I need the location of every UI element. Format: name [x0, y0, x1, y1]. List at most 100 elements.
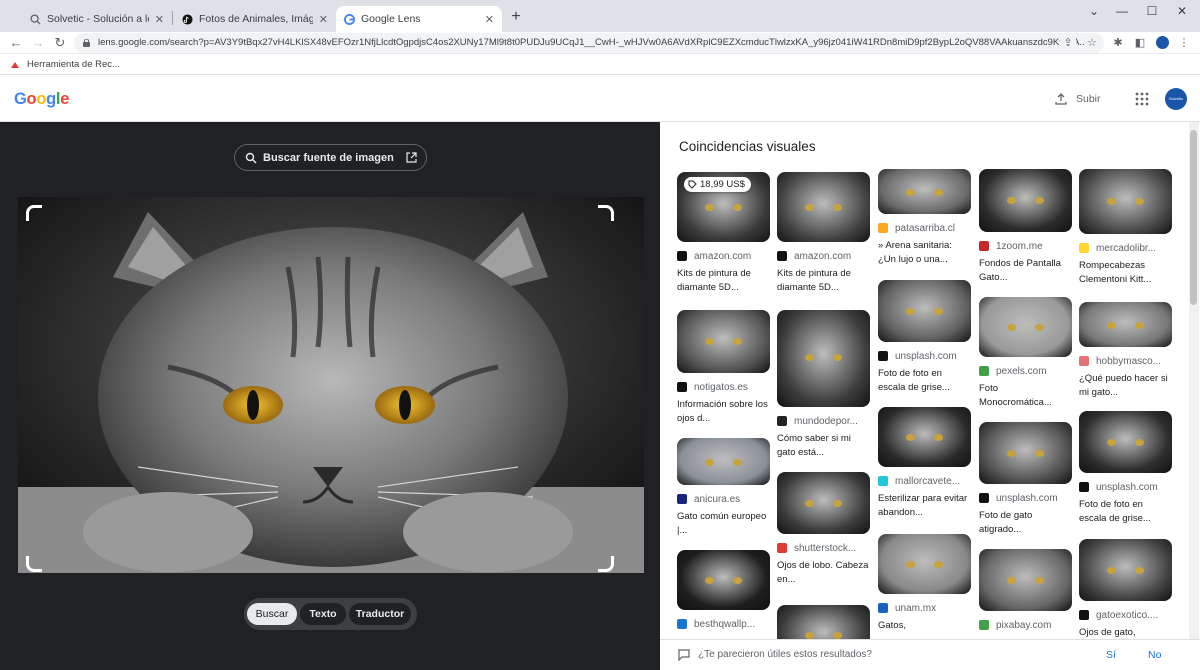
result-source[interactable]: gatoexotico....: [1079, 609, 1172, 621]
result-card[interactable]: anicura.es Gato común europeo |...: [677, 438, 770, 538]
result-card[interactable]: unsplash.com Foto de gato atigrado...: [979, 422, 1072, 537]
result-source[interactable]: shutterstock...: [777, 542, 870, 554]
result-card[interactable]: pixabay.com: [979, 549, 1072, 631]
result-thumbnail[interactable]: [878, 407, 971, 467]
result-description[interactable]: ¿Qué puedo hacer si mi gato...: [1079, 372, 1172, 400]
result-source[interactable]: pixabay.com: [979, 619, 1072, 631]
result-source[interactable]: unsplash.com: [979, 492, 1072, 504]
result-card[interactable]: besthqwallp...: [677, 550, 770, 630]
tab-search-icon[interactable]: ⌄: [1082, 4, 1106, 18]
result-card[interactable]: amazon.com Kits de pintura de diamante 5D…: [777, 172, 870, 295]
result-description[interactable]: Ojos de lobo. Cabeza en...: [777, 559, 870, 587]
profile-icon[interactable]: [1154, 35, 1170, 51]
result-description[interactable]: Foto de gato atigrado...: [979, 509, 1072, 537]
result-card[interactable]: notigatos.es Información sobre los ojos d…: [677, 310, 770, 426]
result-source[interactable]: patasarriba.cl: [878, 222, 971, 234]
result-card[interactable]: unam.mx Gatos,: [878, 534, 971, 647]
result-card[interactable]: mercadolibr... Rompecabezas Clementoni Ki…: [1079, 169, 1172, 287]
result-source[interactable]: hobbymasco...: [1079, 355, 1172, 367]
result-thumbnail[interactable]: [1079, 539, 1172, 601]
forward-icon[interactable]: →: [30, 35, 46, 51]
result-source[interactable]: amazon.com: [777, 250, 870, 262]
bookmark-item[interactable]: Herramienta de Rec...: [10, 59, 120, 70]
result-description[interactable]: Foto Monocromática...: [979, 382, 1072, 410]
side-panel-icon[interactable]: ◧: [1132, 35, 1148, 51]
result-thumbnail[interactable]: [777, 310, 870, 407]
result-card[interactable]: unsplash.com Foto de foto en escala de gr…: [878, 280, 971, 395]
close-window-icon[interactable]: ✕: [1170, 4, 1194, 18]
scrollbar-thumb[interactable]: [1190, 130, 1197, 305]
apps-grid-icon[interactable]: [1135, 92, 1149, 106]
result-description[interactable]: Kits de pintura de diamante 5D...: [677, 267, 770, 295]
result-card[interactable]: 18,99 US$ amazon.com Kits de pintura de di…: [677, 172, 770, 295]
result-source[interactable]: anicura.es: [677, 493, 770, 505]
result-card[interactable]: hobbymasco... ¿Qué puedo hacer si mi gato…: [1079, 302, 1172, 400]
result-thumbnail[interactable]: [1079, 411, 1172, 473]
upload-button[interactable]: Subir: [1055, 93, 1101, 105]
result-thumbnail[interactable]: [777, 172, 870, 242]
crop-handle-bottom-left[interactable]: [26, 556, 42, 572]
result-source[interactable]: pexels.com: [979, 365, 1072, 377]
result-card[interactable]: 1zoom.me Fondos de Pantalla Gato...: [979, 169, 1072, 285]
result-description[interactable]: Kits de pintura de diamante 5D...: [777, 267, 870, 295]
result-description[interactable]: » Arena sanitaria: ¿Un lujo o una...: [878, 239, 971, 267]
result-thumbnail[interactable]: [979, 422, 1072, 484]
back-icon[interactable]: ←: [8, 35, 24, 51]
feedback-yes-button[interactable]: Sí: [1106, 649, 1116, 661]
result-description[interactable]: Esterilizar para evitar abandon...: [878, 492, 971, 520]
address-bar[interactable]: lens.google.com/search?p=AV3Y9tBqx27vH4L…: [74, 33, 1104, 53]
maximize-icon[interactable]: ☐: [1140, 4, 1164, 18]
result-thumbnail[interactable]: [979, 549, 1072, 611]
result-source[interactable]: mercadolibr...: [1079, 242, 1172, 254]
result-thumbnail[interactable]: [878, 534, 971, 594]
result-description[interactable]: Gato común europeo |...: [677, 510, 770, 538]
crop-handle-top-right[interactable]: [598, 205, 614, 221]
google-logo[interactable]: Google: [14, 90, 69, 109]
result-thumbnail[interactable]: [878, 169, 971, 214]
result-card[interactable]: mundodepor... Cómo saber si mi gato está.…: [777, 310, 870, 460]
tab-google-lens[interactable]: Google Lens ✕: [336, 6, 502, 32]
close-tab-icon[interactable]: ✕: [319, 13, 328, 26]
mode-traductor-button[interactable]: Traductor: [349, 603, 411, 625]
result-source[interactable]: unam.mx: [878, 602, 971, 614]
extensions-icon[interactable]: ✱: [1110, 35, 1126, 51]
query-cat-image[interactable]: [18, 197, 644, 573]
bookmark-star-icon[interactable]: ☆: [1084, 35, 1100, 51]
result-thumbnail[interactable]: [677, 310, 770, 373]
result-thumbnail[interactable]: [677, 550, 770, 610]
result-description[interactable]: Foto de foto en escala de grise...: [878, 367, 971, 395]
result-thumbnail[interactable]: [979, 169, 1072, 232]
result-thumbnail[interactable]: [878, 280, 971, 342]
result-source[interactable]: 1zoom.me: [979, 240, 1072, 252]
result-description[interactable]: Foto de foto en escala de grise...: [1079, 498, 1172, 526]
new-tab-button[interactable]: +: [508, 8, 524, 26]
mode-buscar-button[interactable]: Buscar: [247, 603, 297, 625]
close-tab-icon[interactable]: ✕: [155, 13, 164, 26]
feedback-no-button[interactable]: No: [1148, 649, 1161, 661]
result-source[interactable]: notigatos.es: [677, 381, 770, 393]
result-source[interactable]: besthqwallp...: [677, 618, 770, 630]
avatar[interactable]: Solvetic: [1165, 88, 1187, 110]
result-source[interactable]: mallorcavete...: [878, 475, 971, 487]
result-source[interactable]: unsplash.com: [1079, 481, 1172, 493]
result-card[interactable]: patasarriba.cl » Arena sanitaria: ¿Un luj…: [878, 169, 971, 267]
result-description[interactable]: Cómo saber si mi gato está...: [777, 432, 870, 460]
search-source-button[interactable]: Buscar fuente de imagen: [234, 144, 427, 171]
result-description[interactable]: Fondos de Pantalla Gato...: [979, 257, 1072, 285]
result-card[interactable]: shutterstock... Ojos de lobo. Cabeza en..…: [777, 472, 870, 587]
result-card[interactable]: unsplash.com Foto de foto en escala de gr…: [1079, 411, 1172, 526]
result-thumbnail[interactable]: [979, 297, 1072, 357]
tab-fotos[interactable]: Fotos de Animales, Imágenes de ✕: [174, 6, 336, 32]
result-source[interactable]: unsplash.com: [878, 350, 971, 362]
result-description[interactable]: Información sobre los ojos d...: [677, 398, 770, 426]
crop-handle-bottom-right[interactable]: [598, 556, 614, 572]
tab-solvetic[interactable]: Solvetic - Solución a los problem ✕: [22, 6, 172, 32]
minimize-icon[interactable]: —: [1110, 4, 1134, 18]
result-thumbnail[interactable]: [677, 438, 770, 485]
result-card[interactable]: mallorcavete... Esterilizar para evitar a…: [878, 407, 971, 520]
result-card[interactable]: gatoexotico.... Ojos de gato,: [1079, 539, 1172, 654]
reload-icon[interactable]: ↻: [52, 35, 68, 51]
result-source[interactable]: mundodepor...: [777, 415, 870, 427]
result-source[interactable]: amazon.com: [677, 250, 770, 262]
share-icon[interactable]: ⇪: [1060, 35, 1076, 51]
